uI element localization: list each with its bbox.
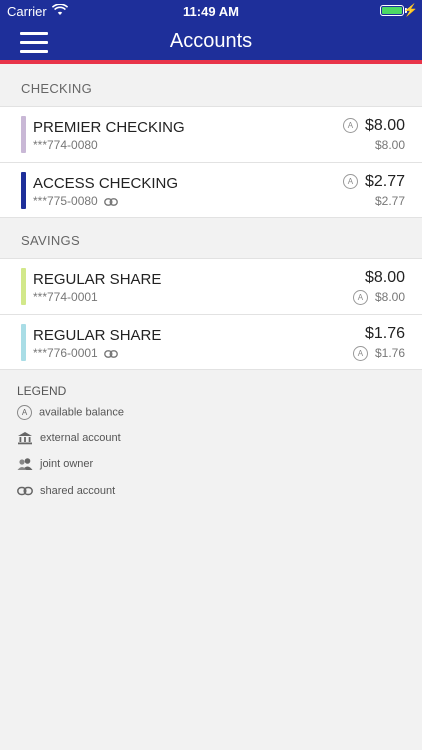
available-balance-value: $2.77 [364,173,405,190]
section-savings-label: SAVINGS [21,233,80,248]
account-name: PREMIER CHECKING [33,119,185,136]
available-balance-icon: A [342,174,358,190]
legend-title: LEGEND [17,384,67,398]
available-balance-icon: A [342,118,358,134]
battery-icon [380,5,404,16]
account-number: ***776-0001 [33,346,98,360]
account-number: ***774-0080 [33,138,98,152]
current-balance: $8.00 [364,269,405,286]
bank-icon [18,432,32,445]
legend-label: shared account [40,485,116,497]
account-color-bar [21,172,26,209]
available-balance-value: $8.00 [374,290,405,304]
status-bar: Carrier 11:49 AM ⚡ [0,0,422,22]
account-number: ***774-0001 [33,290,98,304]
account-balance: A $2.77 [342,173,405,191]
account-color-bar [21,116,26,153]
account-row[interactable]: PREMIER CHECKING ***774-0080 A $8.00 $8.0… [0,106,422,162]
account-available: A $1.76 [352,346,405,362]
link-icon [103,197,118,206]
legend-item: joint owner [17,457,93,473]
section-checking-label: CHECKING [21,81,93,96]
account-color-bar [21,268,26,305]
account-row[interactable]: REGULAR SHARE ***774-0001 $8.00 A $8.00 [0,258,422,314]
legend-label: external account [40,432,121,444]
link-icon [103,349,118,358]
account-row[interactable]: ACCESS CHECKING ***775-0080 A $2.77 $2.77 [0,162,422,218]
current-balance: $8.00 [374,138,405,152]
account-name: REGULAR SHARE [33,327,162,344]
legend-label: joint owner [40,458,94,470]
available-balance-icon: A [17,405,32,420]
app-header: Carrier 11:49 AM ⚡ Accounts [0,0,422,62]
account-name: REGULAR SHARE [33,271,162,288]
account-row[interactable]: REGULAR SHARE ***776-0001 $1.76 A $1.76 [0,314,422,370]
status-time: 11:49 AM [183,4,239,19]
available-balance-value: $8.00 [364,117,405,134]
current-balance: $1.76 [364,325,405,342]
account-number-wrap: ***775-0080 [33,194,118,208]
page-title: Accounts [169,30,253,52]
legend-label: available balance [39,406,125,419]
available-balance-value: $1.76 [374,346,405,360]
header-accent-line [0,60,422,64]
account-balance: A $8.00 [342,117,405,135]
legend-item: Aavailable balance [17,405,124,421]
account-number-wrap: ***776-0001 [33,346,118,360]
account-color-bar [21,324,26,361]
joint-owner-icon [17,458,33,470]
charging-icon: ⚡ [403,3,418,17]
available-balance-icon: A [352,346,368,362]
available-balance-icon: A [352,290,368,306]
link-icon [17,486,33,496]
legend-item: shared account [17,484,115,500]
account-available: A $8.00 [352,290,405,306]
current-balance: $2.77 [374,194,405,208]
account-name: ACCESS CHECKING [33,175,179,192]
account-number: ***775-0080 [33,194,98,208]
legend-item: external account [17,431,121,447]
